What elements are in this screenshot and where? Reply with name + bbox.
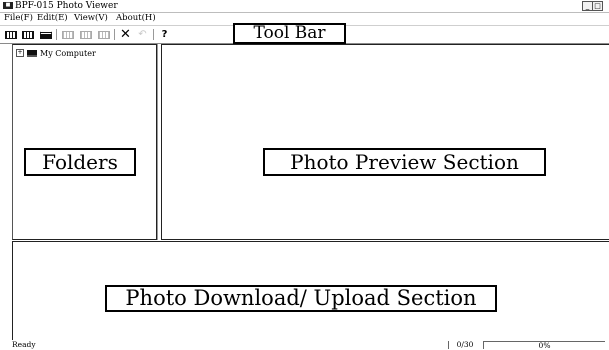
menu-edit[interactable]: Edit(E) bbox=[37, 13, 68, 24]
folders-callout: Folders bbox=[24, 148, 136, 176]
send-folder-icon[interactable] bbox=[96, 29, 111, 40]
download-selected-icon[interactable] bbox=[20, 29, 35, 40]
status-text: Ready bbox=[12, 340, 36, 349]
undo-icon[interactable]: ↶ bbox=[135, 29, 150, 40]
maximize-button[interactable]: □ bbox=[592, 1, 603, 11]
window-controls: _ □ bbox=[582, 1, 603, 11]
folders-pane[interactable]: + My Computer bbox=[12, 44, 157, 240]
toolbar-callout: Tool Bar bbox=[233, 23, 346, 44]
title-bar: ■ BPF-015 Photo Viewer _ □ bbox=[0, 0, 609, 13]
computer-icon bbox=[27, 49, 37, 57]
toolbar-separator bbox=[153, 29, 154, 40]
send-selected-icon[interactable] bbox=[78, 29, 93, 40]
preview-callout: Photo Preview Section bbox=[263, 148, 546, 176]
download-all-icon[interactable] bbox=[3, 29, 18, 40]
help-icon[interactable]: ? bbox=[157, 29, 172, 40]
photo-count: 0/30 bbox=[448, 341, 481, 349]
window-title: BPF-015 Photo Viewer bbox=[15, 1, 118, 11]
menu-file[interactable]: File(F) bbox=[4, 13, 33, 24]
upload-icon[interactable] bbox=[38, 29, 53, 40]
progress-indicator: 0% bbox=[483, 341, 605, 350]
tree-item-my-computer[interactable]: + My Computer bbox=[16, 48, 96, 58]
send-all-icon[interactable] bbox=[60, 29, 75, 40]
tree-item-label: My Computer bbox=[40, 48, 96, 58]
expand-icon[interactable]: + bbox=[16, 49, 24, 57]
toolbar-separator bbox=[56, 29, 57, 40]
app-icon[interactable]: ■ bbox=[3, 2, 13, 9]
menu-view[interactable]: View(V) bbox=[74, 13, 108, 24]
status-bar: Ready 0/30 0% bbox=[0, 340, 609, 350]
toolbar-separator bbox=[114, 29, 115, 40]
photo-preview-pane[interactable] bbox=[161, 44, 609, 240]
app-window: ■ BPF-015 Photo Viewer _ □ File(F) Edit(… bbox=[0, 0, 609, 350]
transfer-callout: Photo Download/ Upload Section bbox=[105, 285, 497, 312]
menu-about[interactable]: About(H) bbox=[116, 13, 156, 24]
delete-icon[interactable]: ✕ bbox=[118, 28, 133, 41]
